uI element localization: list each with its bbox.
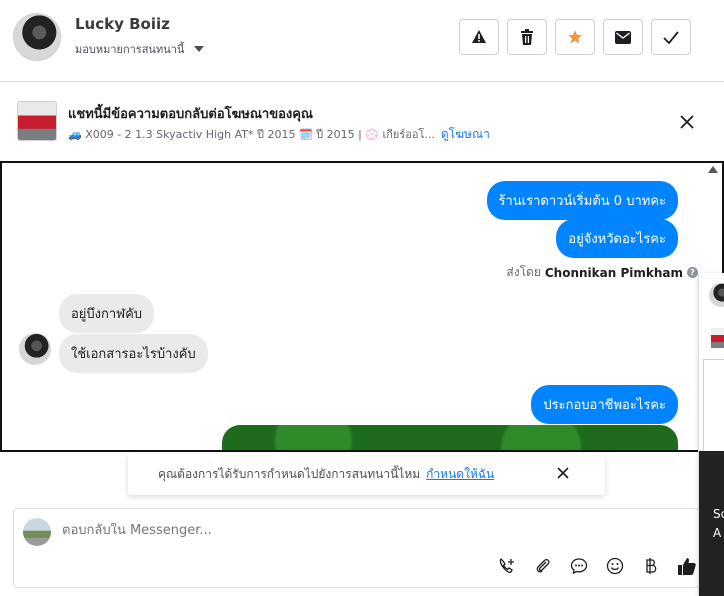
- report-button[interactable]: [459, 19, 499, 55]
- saved-reply-icon[interactable]: [568, 555, 590, 577]
- user-avatar[interactable]: [13, 13, 61, 61]
- outgoing-message[interactable]: อยู่จังหวัดอะไรคะ: [556, 219, 678, 258]
- sent-by-info: ส่งโดย Chonnikan Pimkham ?: [506, 263, 698, 282]
- sender-name: Chonnikan Pimkham: [544, 265, 683, 280]
- call-add-icon[interactable]: [496, 555, 518, 577]
- assign-to-me-link[interactable]: กำหนดให้ฉัน: [426, 465, 494, 484]
- view-ad-link[interactable]: ดูโฆษณา: [441, 125, 490, 144]
- delete-button[interactable]: [507, 19, 547, 55]
- ad-description: 🚙 X009 - 2 1.3 Skyactiv High AT* ปี 2015…: [68, 128, 435, 141]
- incoming-message[interactable]: อยู่บึงกาฬคับ: [59, 294, 155, 333]
- check-icon: [663, 30, 679, 44]
- outgoing-message[interactable]: ร้านเราดาวน์เริ่มต้น 0 บาทคะ: [486, 181, 678, 220]
- ad-reply-banner: แชทนี้มีข้อความตอบกลับต่อโฆษณาของคุณ 🚙 X…: [0, 83, 724, 161]
- incoming-message[interactable]: ใช้เอกสารอะไรบ้างคับ: [59, 334, 208, 373]
- reply-input[interactable]: [62, 523, 562, 538]
- header-actions: [459, 19, 691, 55]
- side-ad-thumbnail[interactable]: [711, 328, 724, 348]
- scroll-up-arrow-icon[interactable]: [708, 166, 718, 173]
- ad-banner-title: แชทนี้มีข้อความตอบกลับต่อโฆษณาของคุณ: [68, 107, 313, 122]
- star-button[interactable]: [555, 19, 595, 55]
- composer-toolbar: [496, 555, 698, 577]
- assign-prompt: คุณต้องการได้รับการกำหนดไปยังการสนทนานี้…: [128, 453, 605, 495]
- done-button[interactable]: [651, 19, 691, 55]
- conversation-header: Lucky Boiiz มอบหมายการสนทนานี้: [0, 0, 724, 82]
- emoji-icon[interactable]: [604, 555, 626, 577]
- side-dark-panel: Sc A: [699, 451, 724, 596]
- assign-prompt-text: คุณต้องการได้รับการกำหนดไปยังการสนทนานี้…: [158, 466, 421, 481]
- user-name[interactable]: Lucky Boiiz: [75, 15, 170, 33]
- trash-icon: [521, 29, 533, 45]
- message-thread[interactable]: ร้านเราดาวน์เริ่มต้น 0 บาทคะ อยู่จังหวัด…: [0, 161, 724, 452]
- image-message[interactable]: [222, 425, 678, 450]
- close-icon[interactable]: [678, 113, 696, 131]
- side-text-2: A: [713, 526, 722, 540]
- side-user-avatar[interactable]: [709, 283, 724, 307]
- page-avatar: [23, 518, 51, 546]
- chevron-down-icon: [194, 46, 205, 52]
- side-text-1: Sc: [713, 507, 724, 521]
- mark-unread-button[interactable]: [603, 19, 643, 55]
- ad-thumbnail[interactable]: [17, 101, 57, 141]
- assign-dropdown[interactable]: มอบหมายการสนทนานี้: [75, 40, 205, 58]
- envelope-icon: [615, 30, 631, 44]
- like-icon[interactable]: [676, 555, 698, 577]
- warning-icon: [472, 30, 486, 43]
- close-icon[interactable]: [556, 466, 570, 480]
- sent-by-label: ส่งโดย: [506, 265, 541, 279]
- outgoing-message[interactable]: ประกอบอาชีพอะไรคะ: [531, 385, 678, 424]
- help-icon[interactable]: ?: [687, 267, 698, 278]
- star-icon: [568, 30, 582, 44]
- ad-subtitle-row: 🚙 X009 - 2 1.3 Skyactiv High AT* ปี 2015…: [68, 125, 490, 144]
- message-composer: [13, 508, 699, 588]
- assign-label: มอบหมายการสนทนานี้: [75, 43, 185, 56]
- contact-avatar: [19, 333, 51, 365]
- baht-icon[interactable]: [640, 555, 662, 577]
- attachment-icon[interactable]: [532, 555, 554, 577]
